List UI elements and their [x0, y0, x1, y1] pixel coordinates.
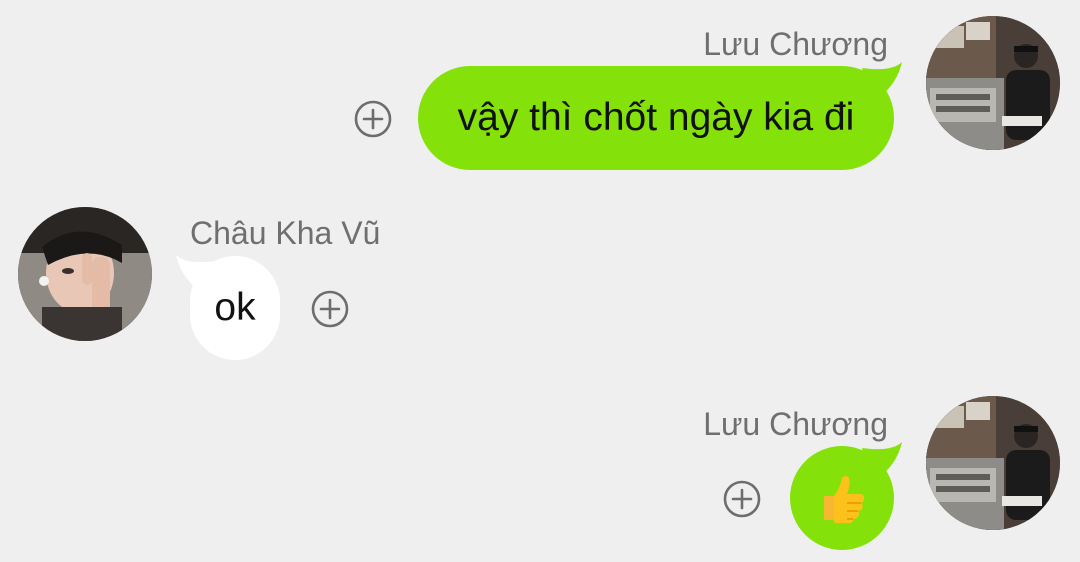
add-reaction-button[interactable]: [310, 289, 350, 329]
message-bubble[interactable]: [790, 446, 894, 550]
avatar[interactable]: [18, 207, 152, 341]
message-bubble[interactable]: vậy thì chốt ngày kia đi: [418, 66, 894, 170]
add-reaction-button[interactable]: [353, 99, 393, 139]
add-reaction-button[interactable]: [722, 479, 762, 519]
avatar[interactable]: [926, 16, 1060, 150]
add-reaction-icon: [311, 290, 349, 328]
sender-name: Lưu Chương: [703, 26, 888, 62]
message-bubble[interactable]: ok: [190, 256, 280, 360]
message-outgoing: Lưu Chương: [0, 370, 1080, 562]
message-text: vậy thì chốt ngày kia đi: [457, 96, 855, 139]
sender-name: Châu Kha Vũ: [190, 215, 381, 251]
chat-thread: Lưu Chương vậy thì chốt ngày kia đi Châu…: [0, 0, 1080, 562]
add-reaction-icon: [354, 100, 392, 138]
message-outgoing: Lưu Chương vậy thì chốt ngày kia đi: [0, 0, 1080, 180]
thumbs-up-emoji: [816, 472, 868, 524]
avatar[interactable]: [926, 396, 1060, 530]
message-text: ok: [214, 286, 256, 329]
add-reaction-icon: [723, 480, 761, 518]
message-incoming: Châu Kha Vũ ok: [0, 180, 1080, 370]
sender-name: Lưu Chương: [703, 406, 888, 442]
